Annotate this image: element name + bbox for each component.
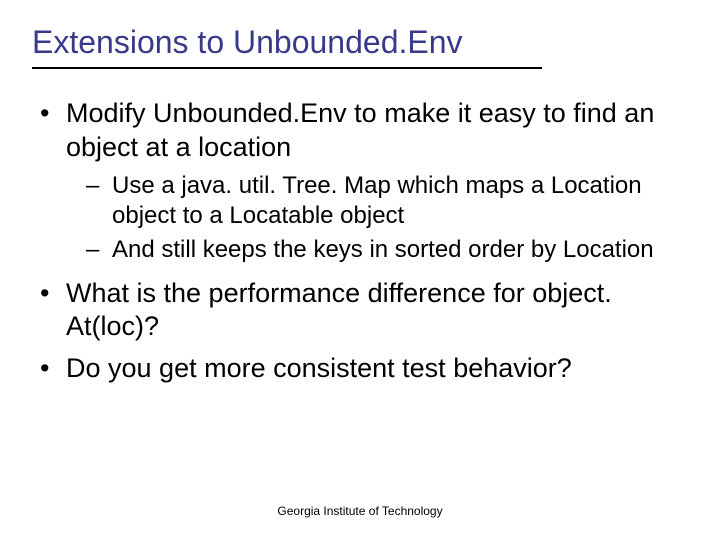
sub-bullet-text: And still keeps the keys in sorted order… bbox=[112, 236, 654, 263]
bullet-text: What is the performance difference for o… bbox=[66, 278, 612, 342]
sub-bullet-item: And still keeps the keys in sorted order… bbox=[66, 235, 688, 265]
slide-content: Modify Unbounded.Env to make it easy to … bbox=[32, 97, 688, 386]
bullet-item: Do you get more consistent test behavior… bbox=[40, 352, 688, 386]
bullet-item: Modify Unbounded.Env to make it easy to … bbox=[40, 97, 688, 265]
slide-title: Extensions to Unbounded.Env bbox=[32, 24, 542, 69]
sub-bullet-item: Use a java. util. Tree. Map which maps a… bbox=[66, 171, 688, 231]
sub-bullet-text: Use a java. util. Tree. Map which maps a… bbox=[112, 172, 642, 229]
bullet-text: Modify Unbounded.Env to make it easy to … bbox=[66, 98, 654, 162]
bullet-text: Do you get more consistent test behavior… bbox=[66, 353, 572, 383]
footer-attribution: Georgia Institute of Technology bbox=[0, 504, 720, 518]
bullet-item: What is the performance difference for o… bbox=[40, 277, 688, 345]
